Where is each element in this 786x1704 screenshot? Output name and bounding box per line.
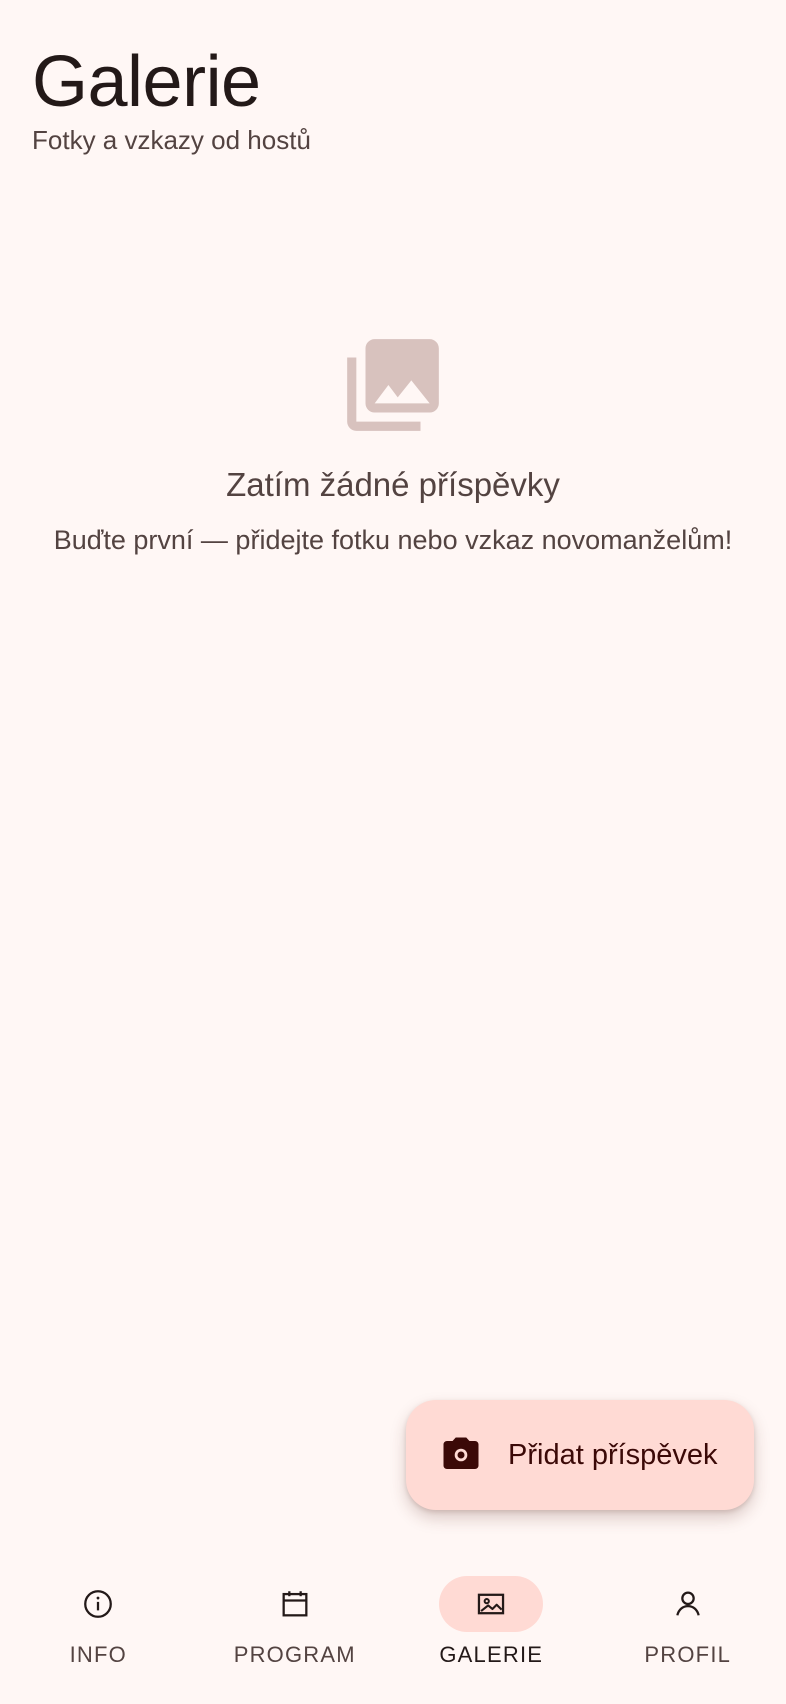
empty-state-message: Buďte první — přidejte fotku nebo vzkaz …: [53, 525, 733, 555]
nav-item-info[interactable]: INFO: [0, 1554, 197, 1704]
page-header: Galerie Fotky a vzkazy od hostů: [32, 40, 311, 156]
nav-indicator-active: [439, 1576, 544, 1632]
info-icon: [84, 1590, 113, 1618]
nav-label-profil: PROFIL: [644, 1642, 732, 1667]
nav-label-program: PROGRAM: [233, 1642, 356, 1667]
empty-state-title: Zatím žádné příspěvky: [226, 466, 560, 503]
image-icon: [478, 1593, 505, 1615]
page-subtitle: Fotky a vzkazy od hostů: [32, 125, 311, 155]
nav-indicator: [46, 1576, 150, 1632]
nav-item-program[interactable]: PROGRAM: [197, 1554, 394, 1704]
bottom-navigation: INFO PROGRAM GALERIE PROFIL: [0, 1554, 786, 1704]
nav-label-galerie: GALERIE: [439, 1642, 544, 1667]
page-title: Galerie: [32, 42, 261, 122]
camera-icon: [443, 1437, 479, 1469]
nav-indicator: [243, 1576, 347, 1632]
empty-state: Zatím žádné příspěvky Buďte první — přid…: [0, 330, 786, 558]
nav-label-info: INFO: [69, 1642, 127, 1667]
calendar-icon: [282, 1591, 308, 1617]
photo-library-icon: [347, 339, 439, 431]
add-post-label: Přidat příspěvek: [508, 1438, 718, 1471]
nav-indicator: [636, 1576, 740, 1632]
nav-item-galerie[interactable]: GALERIE: [393, 1554, 590, 1704]
person-icon: [676, 1591, 700, 1616]
add-post-button[interactable]: Přidat příspěvek: [406, 1400, 754, 1510]
nav-item-profil[interactable]: PROFIL: [590, 1554, 786, 1704]
